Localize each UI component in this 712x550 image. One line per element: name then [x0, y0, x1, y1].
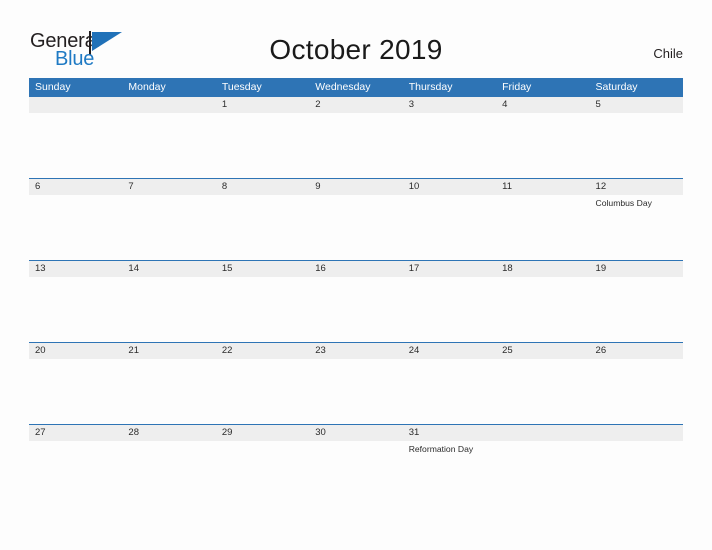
day-number: 28 [128, 427, 139, 438]
day-cell[interactable]: 21 [122, 343, 215, 424]
day-number: 24 [408, 345, 420, 356]
day-number: 20 [35, 345, 46, 356]
day-cell[interactable]: 28 [122, 425, 215, 506]
day-number: 25 [502, 345, 513, 356]
day-event: Reformation Day [408, 444, 474, 454]
day-cell[interactable]: 22 [216, 343, 309, 424]
weekday-header-sunday: Sunday [35, 81, 71, 93]
day-cell[interactable]: 13 [29, 261, 122, 342]
day-cell[interactable]: 16 [309, 261, 402, 342]
day-number: 31 [408, 427, 420, 438]
day-number: 21 [128, 345, 139, 356]
day-cell[interactable]: 20 [29, 343, 122, 424]
day-cell[interactable]: 29 [216, 425, 309, 506]
page-header: General Blue October 2019 Chile [0, 0, 712, 78]
day-number: 13 [35, 263, 46, 274]
day-cell[interactable]: 10 [403, 179, 496, 260]
day-cell[interactable]: 5 [590, 97, 683, 178]
day-cell[interactable]: 17 [403, 261, 496, 342]
day-cell[interactable]: 31 Reformation Day [403, 425, 496, 506]
day-cell[interactable]: 8 [216, 179, 309, 260]
day-cell[interactable]: 18 [496, 261, 589, 342]
day-cell[interactable]: 1 [216, 97, 309, 178]
day-cell[interactable]: 15 [216, 261, 309, 342]
day-number: 2 [315, 99, 321, 110]
day-number: 5 [595, 99, 601, 110]
weekday-header-tuesday: Tuesday [221, 81, 262, 93]
calendar-week-row: 6 7 8 9 10 11 12 Columbus Day [29, 178, 683, 260]
day-number: 29 [221, 427, 233, 438]
day-cell[interactable] [122, 97, 215, 178]
day-cell[interactable]: 25 [496, 343, 589, 424]
calendar-week-row: 1 2 3 4 5 [29, 97, 683, 178]
weekday-header-row: Sunday Monday Tuesday Wednesday Thursday… [29, 78, 683, 97]
day-cell[interactable]: 12 Columbus Day [590, 179, 683, 260]
day-cell[interactable]: 19 [590, 261, 683, 342]
page-title: October 2019 [269, 34, 443, 65]
day-number: 16 [315, 263, 326, 274]
day-cell[interactable]: 7 [122, 179, 215, 260]
calendar-week-row: 20 21 22 23 24 25 26 [29, 342, 683, 424]
day-cell[interactable]: 14 [122, 261, 215, 342]
day-cell[interactable] [590, 425, 683, 506]
day-cell[interactable]: 6 [29, 179, 122, 260]
calendar-week-row: 13 14 15 16 17 18 19 [29, 260, 683, 342]
day-cell[interactable]: 27 [29, 425, 122, 506]
weekday-header-wednesday: Wednesday [315, 81, 371, 93]
day-cell[interactable]: 24 [403, 343, 496, 424]
day-number: 6 [35, 181, 41, 192]
day-number: 15 [221, 263, 233, 274]
weekday-header-monday: Monday [128, 81, 166, 93]
day-number: 18 [502, 263, 513, 274]
day-number: 19 [595, 263, 607, 274]
day-number: 14 [128, 263, 139, 274]
day-cell[interactable]: 2 [309, 97, 402, 178]
day-cell[interactable]: 26 [590, 343, 683, 424]
day-number: 11 [502, 181, 512, 192]
day-number: 10 [408, 181, 420, 192]
day-number: 26 [595, 345, 607, 356]
day-number: 3 [408, 99, 414, 110]
day-number: 22 [221, 345, 233, 356]
day-event: Columbus Day [595, 198, 652, 208]
day-number: 9 [315, 181, 321, 192]
weekday-header-thursday: Thursday [408, 81, 453, 93]
day-cell[interactable]: 9 [309, 179, 402, 260]
day-number: 23 [315, 345, 326, 356]
country-label: Chile [653, 46, 683, 61]
weekday-header-friday: Friday [502, 81, 532, 93]
day-number: 30 [315, 427, 326, 438]
day-number: 8 [221, 181, 228, 192]
day-cell[interactable]: 30 [309, 425, 402, 506]
day-number: 17 [408, 263, 420, 274]
day-cell[interactable]: 11 [496, 179, 589, 260]
day-number: 7 [128, 181, 134, 192]
day-number: 4 [502, 99, 508, 110]
day-cell[interactable]: 4 [496, 97, 589, 178]
day-cell[interactable] [496, 425, 589, 506]
day-cell[interactable] [29, 97, 122, 178]
day-cell[interactable]: 3 [403, 97, 496, 178]
weekday-header-saturday: Saturday [595, 81, 638, 93]
day-number: 27 [35, 427, 46, 438]
calendar-week-row: 27 28 29 30 31 Reformation Day [29, 424, 683, 506]
calendar-grid: Sunday Monday Tuesday Wednesday Thursday… [29, 78, 683, 506]
day-number: 1 [221, 99, 228, 110]
day-cell[interactable]: 23 [309, 343, 402, 424]
day-number: 12 [595, 181, 607, 192]
